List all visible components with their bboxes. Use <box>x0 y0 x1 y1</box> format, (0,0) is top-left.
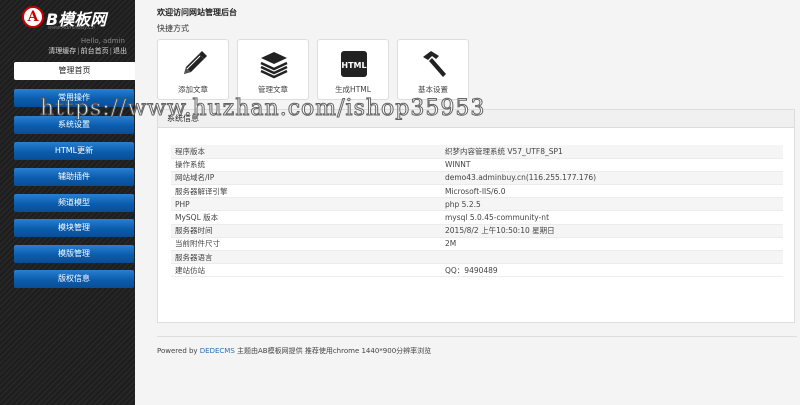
menu-item-html-update[interactable]: HTML更新 <box>14 142 134 160</box>
menu-item-channel-model[interactable]: 频道模型 <box>14 194 134 212</box>
clear-cache-link[interactable]: 清理缓存 <box>48 47 76 55</box>
row-value: php 5.2.5 <box>441 197 783 212</box>
table-row: 操作系统 WINNT <box>171 158 783 172</box>
logout-link[interactable]: 退出 <box>113 47 127 55</box>
frontend-home-link[interactable]: 前台首页 <box>81 47 109 55</box>
row-key: 服务器时间 <box>171 224 441 238</box>
table-row: PHP php 5.2.5 <box>171 197 783 212</box>
row-value: 2M <box>441 237 783 252</box>
generate-html-label: 生成HTML <box>335 85 371 94</box>
main-content: 欢迎访问网站管理后台 快捷方式 添加文章 管理文章 HTML 生成HTML 基本… <box>135 0 800 405</box>
table-row: MySQL 版本 mysql 5.0.45-community-nt <box>171 210 783 225</box>
table-row: 网站域名/IP demo43.adminbuy.cn(116.255.177.17… <box>171 171 783 186</box>
table-row: 程序版本 织梦内容管理系统 V57_UTF8_SP1 <box>171 145 783 159</box>
row-value: 2015/8/2 上午10:50:10 星期日 <box>441 224 783 238</box>
menu-item-copyright[interactable]: 版权信息 <box>14 270 134 288</box>
menu-item-template-manage[interactable]: 模版管理 <box>14 245 134 263</box>
row-key: 操作系统 <box>171 158 441 172</box>
table-row: 服务器语言 <box>171 250 783 265</box>
html-icon: HTML <box>341 51 367 77</box>
row-key: 建站仿站 <box>171 263 441 278</box>
stack-icon <box>260 52 288 79</box>
table-row: 当前附件尺寸 2M <box>171 237 783 252</box>
row-key: 当前附件尺寸 <box>171 237 441 252</box>
row-key: 服务器语言 <box>171 250 441 265</box>
menu-item-plugins[interactable]: 辅助插件 <box>14 168 134 186</box>
manage-article-button[interactable]: 管理文章 <box>237 39 309 100</box>
html-icon-badge: HTML <box>341 61 366 70</box>
footer-prefix: Powered by <box>157 347 200 355</box>
manage-article-label: 管理文章 <box>258 85 288 94</box>
hammer-icon <box>423 51 446 77</box>
quick-links-title: 快捷方式 <box>157 24 189 33</box>
sidebar: A B模板网 www.AdminBuy.Cn Hello, admin 清理缓存… <box>0 0 135 405</box>
link-separator: | <box>77 47 80 55</box>
footer-divider <box>157 336 797 337</box>
menu-item-home[interactable]: 管理首页 <box>14 62 135 80</box>
row-value: QQ：9490489 <box>441 263 783 278</box>
logo[interactable]: A B模板网 www.AdminBuy.Cn <box>22 5 132 31</box>
row-key: 程序版本 <box>171 145 441 159</box>
add-article-button[interactable]: 添加文章 <box>157 39 229 100</box>
pencil-icon <box>184 51 207 74</box>
table-row: 服务器时间 2015/8/2 上午10:50:10 星期日 <box>171 224 783 238</box>
link-separator: | <box>109 47 112 55</box>
footer-brand-link[interactable]: DEDECMS <box>200 347 235 355</box>
table-row: 服务器解译引擎 Microsoft-IIS/6.0 <box>171 184 783 199</box>
row-value: demo43.adminbuy.cn(116.255.177.176) <box>441 171 783 186</box>
row-value: mysql 5.0.45-community-nt <box>441 210 783 225</box>
row-key: 网站域名/IP <box>171 171 441 186</box>
row-value: 织梦内容管理系统 V57_UTF8_SP1 <box>441 145 783 159</box>
greeting: Hello, admin <box>80 37 125 45</box>
logo-badge: A <box>22 6 44 28</box>
logo-subtitle: www.AdminBuy.Cn <box>48 25 95 31</box>
watermark-text: https://www.huzhan.com/ishop35953 <box>39 96 486 122</box>
system-info-table: 程序版本 织梦内容管理系统 V57_UTF8_SP1 操作系统 WINNT 网站域名… <box>171 145 783 278</box>
top-links: 清理缓存|前台首页|退出 <box>48 46 127 56</box>
footer-text: 主题由AB模板网提供 推荐使用chrome 1440*900分辨率浏览 <box>234 347 432 355</box>
generate-html-button[interactable]: HTML 生成HTML <box>317 39 389 100</box>
system-info-panel: 系统信息 程序版本 织梦内容管理系统 V57_UTF8_SP1 操作系统 WINNT… <box>157 109 795 323</box>
row-key: PHP <box>171 197 441 212</box>
row-value <box>441 250 783 265</box>
row-value: WINNT <box>441 158 783 172</box>
page-title: 欢迎访问网站管理后台 <box>157 8 237 17</box>
basic-settings-button[interactable]: 基本设置 <box>397 39 469 100</box>
basic-settings-label: 基本设置 <box>418 85 448 94</box>
menu-item-module-manage[interactable]: 模块管理 <box>14 219 134 237</box>
row-value: Microsoft-IIS/6.0 <box>441 184 783 199</box>
table-row: 建站仿站 QQ：9490489 <box>171 263 783 278</box>
row-key: 服务器解译引擎 <box>171 184 441 199</box>
footer: Powered by DEDECMS 主题由AB模板网提供 推荐使用chrome… <box>157 346 431 356</box>
row-key: MySQL 版本 <box>171 210 441 225</box>
add-article-label: 添加文章 <box>178 85 208 94</box>
